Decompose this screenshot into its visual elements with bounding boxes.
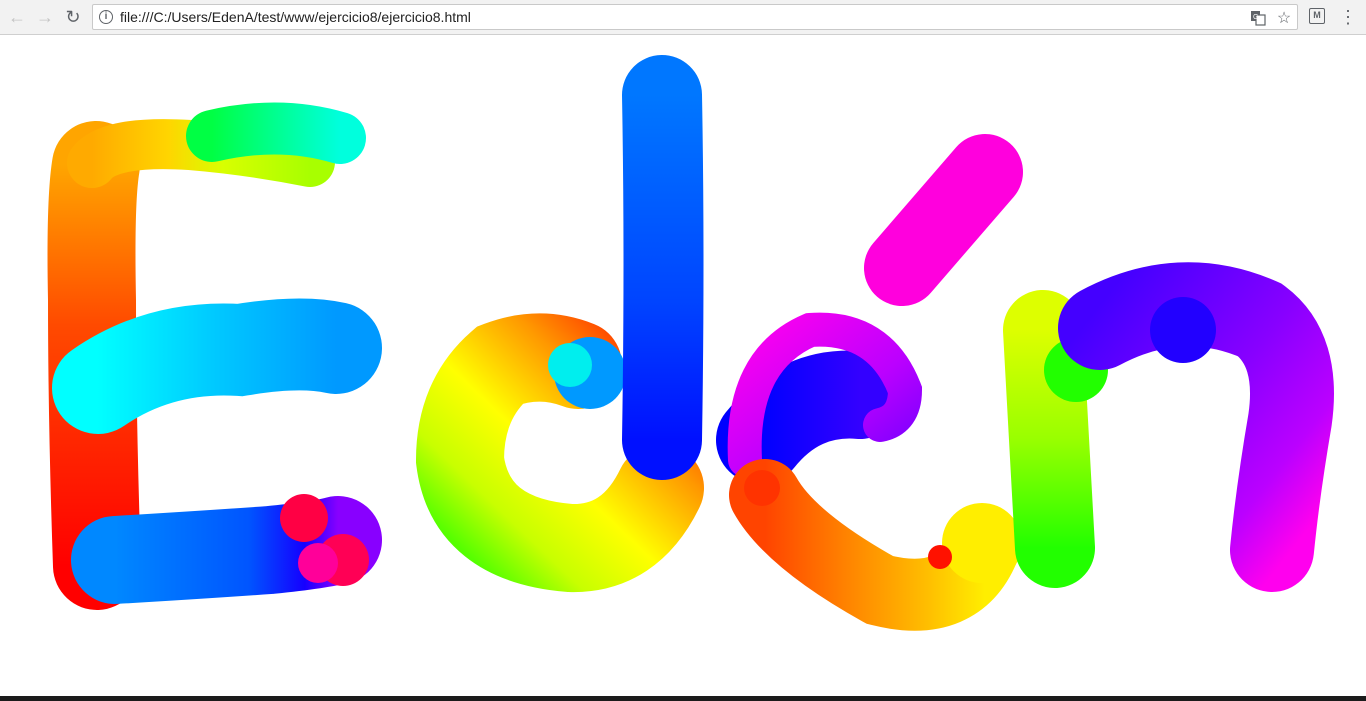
arrow-right-icon: →	[36, 6, 54, 27]
translate-icon[interactable]: G	[1249, 9, 1267, 27]
info-icon[interactable]: i	[99, 10, 113, 24]
star-icon[interactable]: ☆	[1275, 9, 1293, 27]
back-button[interactable]: ←	[4, 4, 30, 30]
letter-e-stroke	[47, 102, 382, 610]
url-text[interactable]: file:///C:/Users/EdenA/test/www/ejercici…	[120, 9, 471, 25]
reload-icon: ↻	[65, 6, 81, 27]
browser-toolbar: ← → ↻ i file:///C:/Users/EdenA/test/www/…	[0, 0, 1366, 35]
arrow-left-icon: ←	[8, 6, 26, 27]
letter-d-stroke	[415, 55, 704, 593]
vertical-dots-icon[interactable]: ⋮	[1338, 5, 1358, 29]
letter-n-stroke	[1003, 262, 1334, 592]
drawing-canvas[interactable]	[0, 36, 1366, 696]
reload-button[interactable]: ↻	[60, 4, 86, 30]
address-bar[interactable]: i file:///C:/Users/EdenA/test/www/ejerci…	[92, 4, 1298, 30]
forward-button[interactable]: →	[32, 4, 58, 30]
svg-text:G: G	[1253, 14, 1258, 21]
bottom-taskbar-edge	[0, 696, 1366, 701]
extension-icon[interactable]: M	[1309, 8, 1325, 24]
letter-e-accent-stroke	[716, 134, 1023, 631]
